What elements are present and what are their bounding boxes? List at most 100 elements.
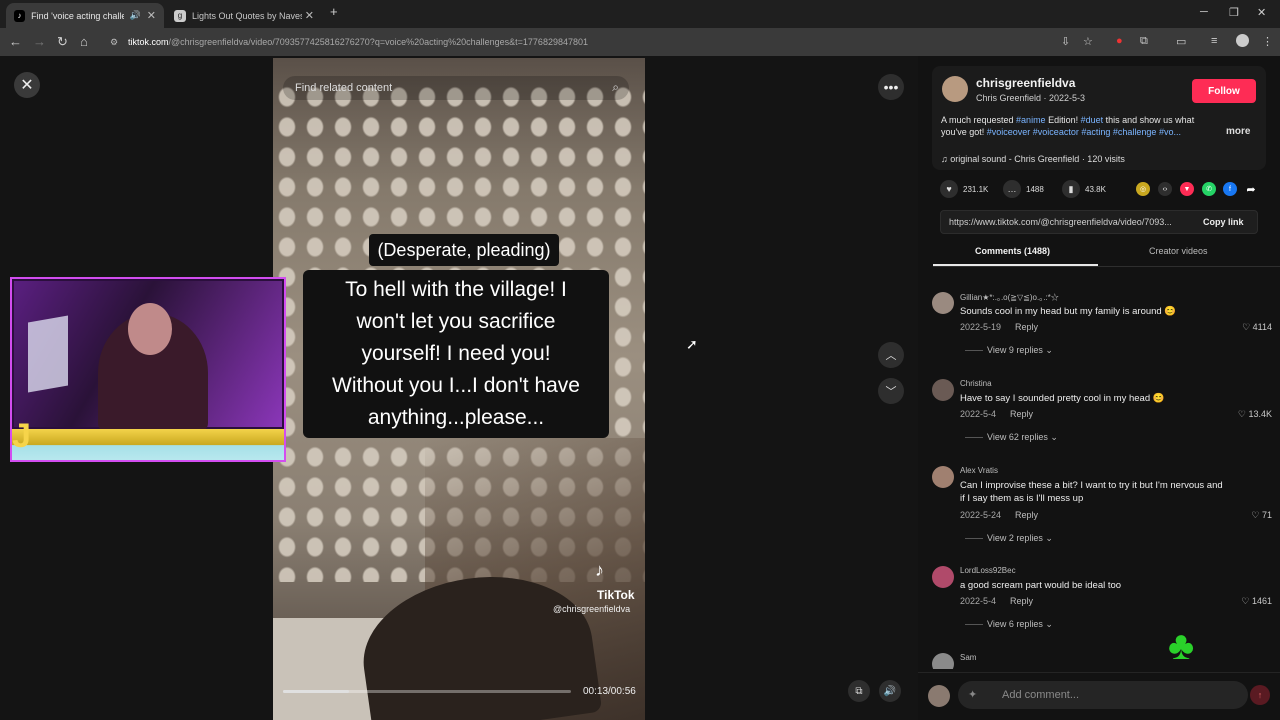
save-count: 43.8K [1085,184,1106,194]
commenter-name[interactable]: Christina [960,379,992,388]
like-stat[interactable]: ♥ 231.1K [940,180,988,198]
caption-line: yourself! I need you! [361,342,551,365]
site-info-icon[interactable]: ⚙ [110,37,118,48]
restore-icon[interactable]: ❐ [1229,6,1239,19]
minimize-icon[interactable]: ─ [1200,6,1208,18]
hashtag-link[interactable]: #challenge [1113,127,1157,137]
comment-bubble-icon[interactable]: … [1003,180,1021,198]
heart-icon[interactable]: ♥ [940,180,958,198]
post-comment-button[interactable]: ↑ [1250,685,1270,705]
comment-like-count: 4114 [1252,322,1272,332]
follow-button[interactable]: Follow [1192,79,1256,103]
reply-button[interactable]: Reply [1015,510,1038,520]
send-icon[interactable]: ▼ [1180,182,1194,196]
browser-tab-quotes[interactable]: g Lights Out Quotes by Navessa ✕ [166,3,322,28]
add-comment-field[interactable]: ✦ Add comment... [958,681,1248,709]
bookmark-star-icon[interactable]: ☆ [1083,35,1093,48]
media-icon[interactable]: ≡ [1211,35,1217,47]
commenter-avatar[interactable] [932,566,954,588]
home-icon[interactable]: ⌂ [80,34,88,49]
commenter-name[interactable]: Gillian★*:.｡.o(≧▽≦)o.｡.:*☆ [960,292,1059,303]
save-stat[interactable]: ▮ 43.8K [1062,180,1106,198]
commenter-name[interactable]: Alex Vratis [960,466,998,475]
reply-button[interactable]: Reply [1015,322,1038,332]
commenter-name[interactable]: Sam [960,653,976,662]
more-options-button[interactable]: ••• [878,74,904,100]
new-tab-icon[interactable]: + [330,4,338,19]
comment-stat[interactable]: … 1488 [1003,180,1044,198]
commenter-name[interactable]: LordLoss92Bec [960,566,1016,575]
emoji-icon[interactable]: ✦ [968,688,977,701]
extension-record-icon[interactable]: ● [1116,35,1123,47]
video-progress-bar[interactable] [283,690,571,693]
commenter-avatar[interactable] [932,292,954,314]
video-description: A much requested #anime Edition! #duet t… [941,114,1221,138]
hashtag-link[interactable]: #acting [1081,127,1110,137]
volume-button[interactable]: 🔊 [879,680,901,702]
close-tab-icon[interactable]: ✕ [305,9,314,22]
bookmark-icon[interactable]: ▮ [1062,180,1080,198]
forward-icon[interactable]: → [33,34,46,49]
caption-line: won't let you sacrifice [356,310,556,333]
find-related-search[interactable]: Find related content ⌕ [283,76,629,100]
share-link-url[interactable]: https://www.tiktok.com/@chrisgreenfieldv… [949,217,1194,227]
reply-button[interactable]: Reply [1010,596,1033,606]
close-tab-icon[interactable]: ✕ [147,9,156,22]
menu-kebab-icon[interactable]: ⋮ [1262,35,1273,48]
comment-like[interactable]: ♡ 1461 [1241,596,1272,607]
view-replies-button[interactable]: View 6 replies ⌄ [965,619,1053,630]
creator-username[interactable]: chrisgreenfieldva [976,76,1075,90]
speaker-icon[interactable]: 🔊 [130,10,141,21]
reload-icon[interactable]: ↻ [57,34,68,50]
hashtag-link[interactable]: #voiceactor [1033,127,1079,137]
whatsapp-icon[interactable]: ✆ [1202,182,1216,196]
comment-meta: 2022-5-24 Reply [960,510,1038,520]
pip-button[interactable]: ⧉ [848,680,870,702]
close-video-button[interactable]: ✕ [14,72,40,98]
profile-avatar[interactable] [1236,34,1249,47]
video-progress-fill [283,690,350,693]
hashtag-link[interactable]: #vo... [1159,127,1181,137]
search-icon[interactable]: ⌕ [612,80,619,95]
close-icon: ✕ [20,77,34,94]
tab-comments[interactable]: Comments (1488) [975,246,1050,256]
tab-creator-videos[interactable]: Creator videos [1149,246,1208,256]
sound-link[interactable]: ♫ original sound - Chris Greenfield · 12… [941,154,1125,164]
extensions-icon[interactable]: ⧉ [1140,35,1148,48]
repost-icon[interactable]: ◎ [1136,182,1150,196]
video-player[interactable]: Find related content ⌕ (Desperate, plead… [273,58,645,720]
cast-icon[interactable]: ▭ [1176,35,1186,48]
comment-like[interactable]: ♡ 71 [1251,510,1272,521]
copy-link-button[interactable]: Copy link [1203,217,1244,227]
creator-avatar[interactable] [942,76,968,102]
heart-outline-icon[interactable]: ♡ [1242,322,1253,332]
comment-like[interactable]: ♡ 4114 [1242,322,1272,333]
commenter-avatar[interactable] [932,466,954,488]
back-icon[interactable]: ← [9,34,22,49]
webcam-monitor [28,315,68,393]
view-replies-button[interactable]: View 2 replies ⌄ [965,533,1053,544]
previous-video-button[interactable]: ︿ [878,342,904,368]
next-video-button[interactable]: ﹀ [878,378,904,404]
share-arrow-icon[interactable]: ➦ [1244,182,1258,196]
facebook-icon[interactable]: f [1223,182,1237,196]
browser-tab-tiktok[interactable]: ♪ Find 'voice acting challeng 🔊 ✕ [6,3,164,28]
heart-outline-icon[interactable]: ♡ [1251,510,1262,520]
heart-outline-icon[interactable]: ♡ [1241,596,1252,606]
hashtag-link[interactable]: #anime [1016,115,1046,125]
view-replies-button[interactable]: View 9 replies ⌄ [965,345,1053,356]
hashtag-link[interactable]: #duet [1081,115,1104,125]
close-window-icon[interactable]: ✕ [1257,6,1266,19]
url-field[interactable]: ⚙ tiktok.com /@chrisgreenfieldva/video/7… [108,32,1108,52]
install-icon[interactable]: ⇩ [1061,35,1070,48]
chevron-up-icon: ︿ [885,350,897,362]
description-more-link[interactable]: more [1226,126,1250,137]
reply-button[interactable]: Reply [1010,409,1033,419]
hashtag-link[interactable]: #voiceover [987,127,1031,137]
view-replies-button[interactable]: View 62 replies ⌄ [965,432,1058,443]
commenter-avatar[interactable] [932,653,954,669]
heart-outline-icon[interactable]: ♡ [1238,409,1249,419]
embed-icon[interactable]: ‹› [1158,182,1172,196]
commenter-avatar[interactable] [932,379,954,401]
comment-like[interactable]: ♡ 13.4K [1238,409,1272,420]
